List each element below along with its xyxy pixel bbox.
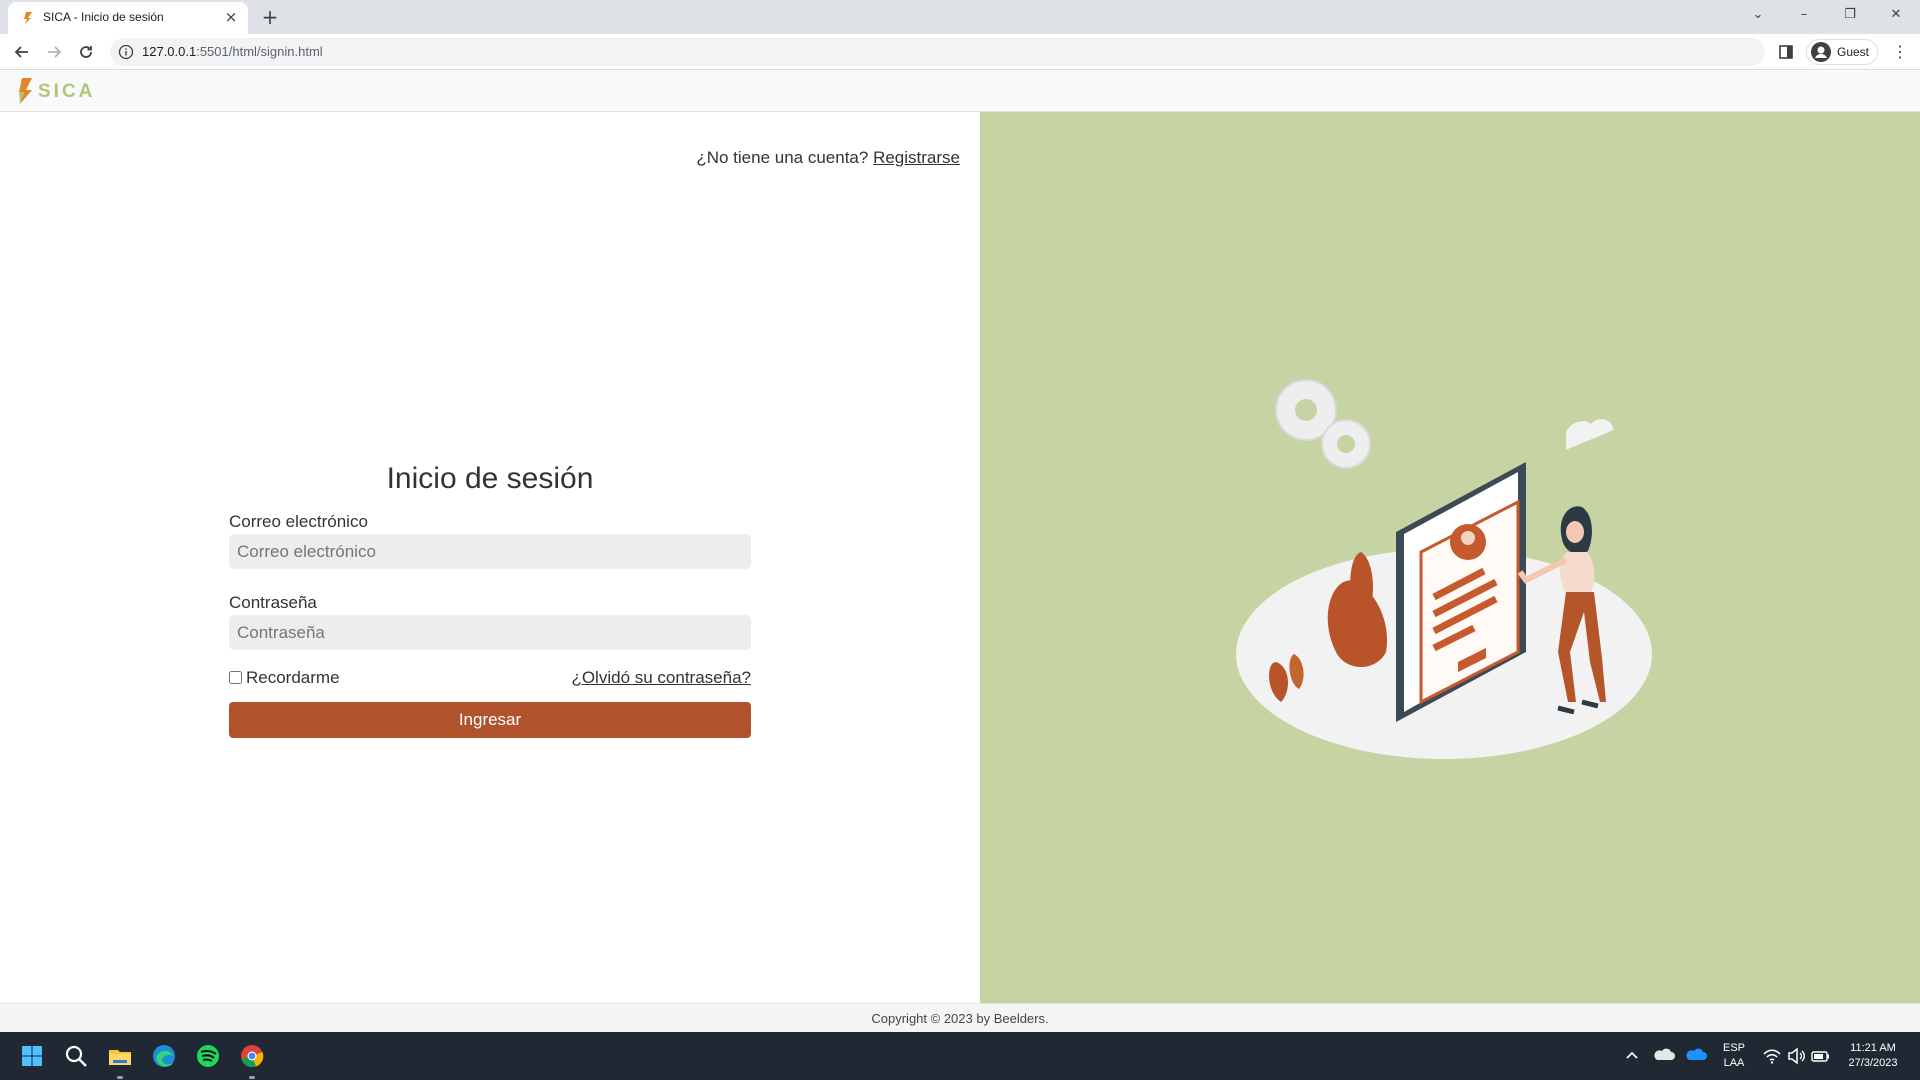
reload-button[interactable]	[74, 40, 98, 64]
edge-browser-icon[interactable]	[148, 1040, 180, 1072]
keyboard-layout: LAA	[1723, 1057, 1745, 1069]
register-link[interactable]: Registrarse	[873, 148, 960, 167]
sica-favicon-icon	[24, 12, 32, 24]
back-button[interactable]	[10, 40, 34, 64]
windows-taskbar: ESP LAA 11:21 AM 27/3/2023	[0, 1032, 1920, 1080]
search-icon[interactable]	[60, 1040, 92, 1072]
file-explorer-icon[interactable]	[104, 1040, 136, 1072]
clock[interactable]: 11:21 AM 27/3/2023	[1836, 1041, 1910, 1071]
show-hidden-icons-icon[interactable]	[1616, 1040, 1648, 1072]
browser-menu-icon[interactable]: ⋮	[1892, 42, 1908, 62]
remember-me-checkbox[interactable]	[229, 671, 242, 684]
close-window-button[interactable]: ✕	[1884, 4, 1908, 26]
side-panel-icon[interactable]	[1778, 44, 1794, 60]
browser-toolbar: 127.0.0.1:5501/html/signin.html Guest ⋮	[0, 34, 1920, 70]
phone-profile-illustration	[1236, 379, 1652, 759]
clock-date: 27/3/2023	[1848, 1057, 1898, 1069]
forward-button[interactable]	[42, 40, 66, 64]
app-navbar: SICA	[0, 71, 1920, 112]
browser-tab-strip: SICA - Inicio de sesión × + ⌄ – ❐ ✕	[0, 0, 1920, 34]
url-path: :5501/html/signin.html	[196, 44, 323, 59]
restore-button[interactable]: ❐	[1838, 4, 1862, 26]
address-bar[interactable]: 127.0.0.1:5501/html/signin.html	[110, 38, 1765, 66]
email-label: Correo electrónico	[229, 512, 368, 531]
brand-name: SICA	[38, 81, 96, 102]
spotify-icon[interactable]	[192, 1040, 224, 1072]
language-code: ESP	[1722, 1042, 1745, 1054]
copyright-text: Copyright © 2023 by Beelders.	[871, 1011, 1049, 1026]
url-host: 127.0.0.1	[142, 44, 197, 59]
file-explorer-running-indicator	[117, 1076, 123, 1079]
web-page: SICA ¿No tiene una cuenta? Registrarse I…	[0, 71, 1920, 1032]
password-label: Contraseña	[229, 593, 317, 612]
reload-icon	[80, 46, 92, 58]
onedrive-personal-icon[interactable]	[1648, 1040, 1680, 1072]
register-question: ¿No tiene una cuenta?	[696, 148, 869, 167]
chrome-icon[interactable]	[236, 1040, 268, 1072]
tab-title: SICA - Inicio de sesión	[43, 10, 164, 24]
remember-me-label: Recordarme	[246, 668, 340, 687]
illustration-pane	[980, 112, 1920, 1003]
email-field[interactable]	[229, 534, 751, 569]
minimize-button[interactable]: –	[1792, 4, 1816, 26]
browser-tab-active[interactable]: SICA - Inicio de sesión ×	[8, 2, 248, 34]
chrome-running-indicator	[249, 1076, 255, 1079]
tab-close-icon[interactable]: ×	[222, 8, 240, 26]
form-options-row: Recordarme ¿Olvidó su contraseña?	[229, 668, 751, 694]
forward-arrow-icon	[48, 46, 62, 58]
clock-time: 11:21 AM	[1850, 1042, 1896, 1054]
back-arrow-icon	[14, 46, 28, 58]
profile-label: Guest	[1837, 45, 1870, 59]
profile-button[interactable]: Guest	[1806, 39, 1878, 65]
sica-logo-icon	[19, 78, 32, 104]
register-prompt: ¿No tiene una cuenta? Registrarse	[696, 148, 960, 168]
url-text: 127.0.0.1:5501/html/signin.html	[142, 44, 323, 59]
page-footer: Copyright © 2023 by Beelders.	[0, 1003, 1920, 1032]
input-language-indicator[interactable]: ESP LAA	[1720, 1041, 1748, 1071]
remember-me[interactable]: Recordarme	[229, 668, 340, 688]
new-tab-button[interactable]: +	[258, 5, 282, 29]
password-field[interactable]	[229, 615, 751, 650]
forgot-password-link[interactable]: ¿Olvidó su contraseña?	[571, 668, 751, 688]
login-pane: ¿No tiene una cuenta? Registrarse Inicio…	[0, 112, 980, 1003]
onedrive-business-icon[interactable]	[1680, 1040, 1712, 1072]
tab-search-icon[interactable]: ⌄	[1746, 4, 1770, 26]
site-info-icon[interactable]	[118, 44, 134, 60]
login-submit-button[interactable]: Ingresar	[229, 702, 751, 738]
login-title: Inicio de sesión	[386, 462, 594, 495]
login-form: Inicio de sesión Correo electrónico Cont…	[229, 462, 751, 738]
guest-avatar-icon	[1811, 42, 1831, 62]
windows-start-icon[interactable]	[16, 1040, 48, 1072]
battery-icon[interactable]	[1804, 1040, 1836, 1072]
